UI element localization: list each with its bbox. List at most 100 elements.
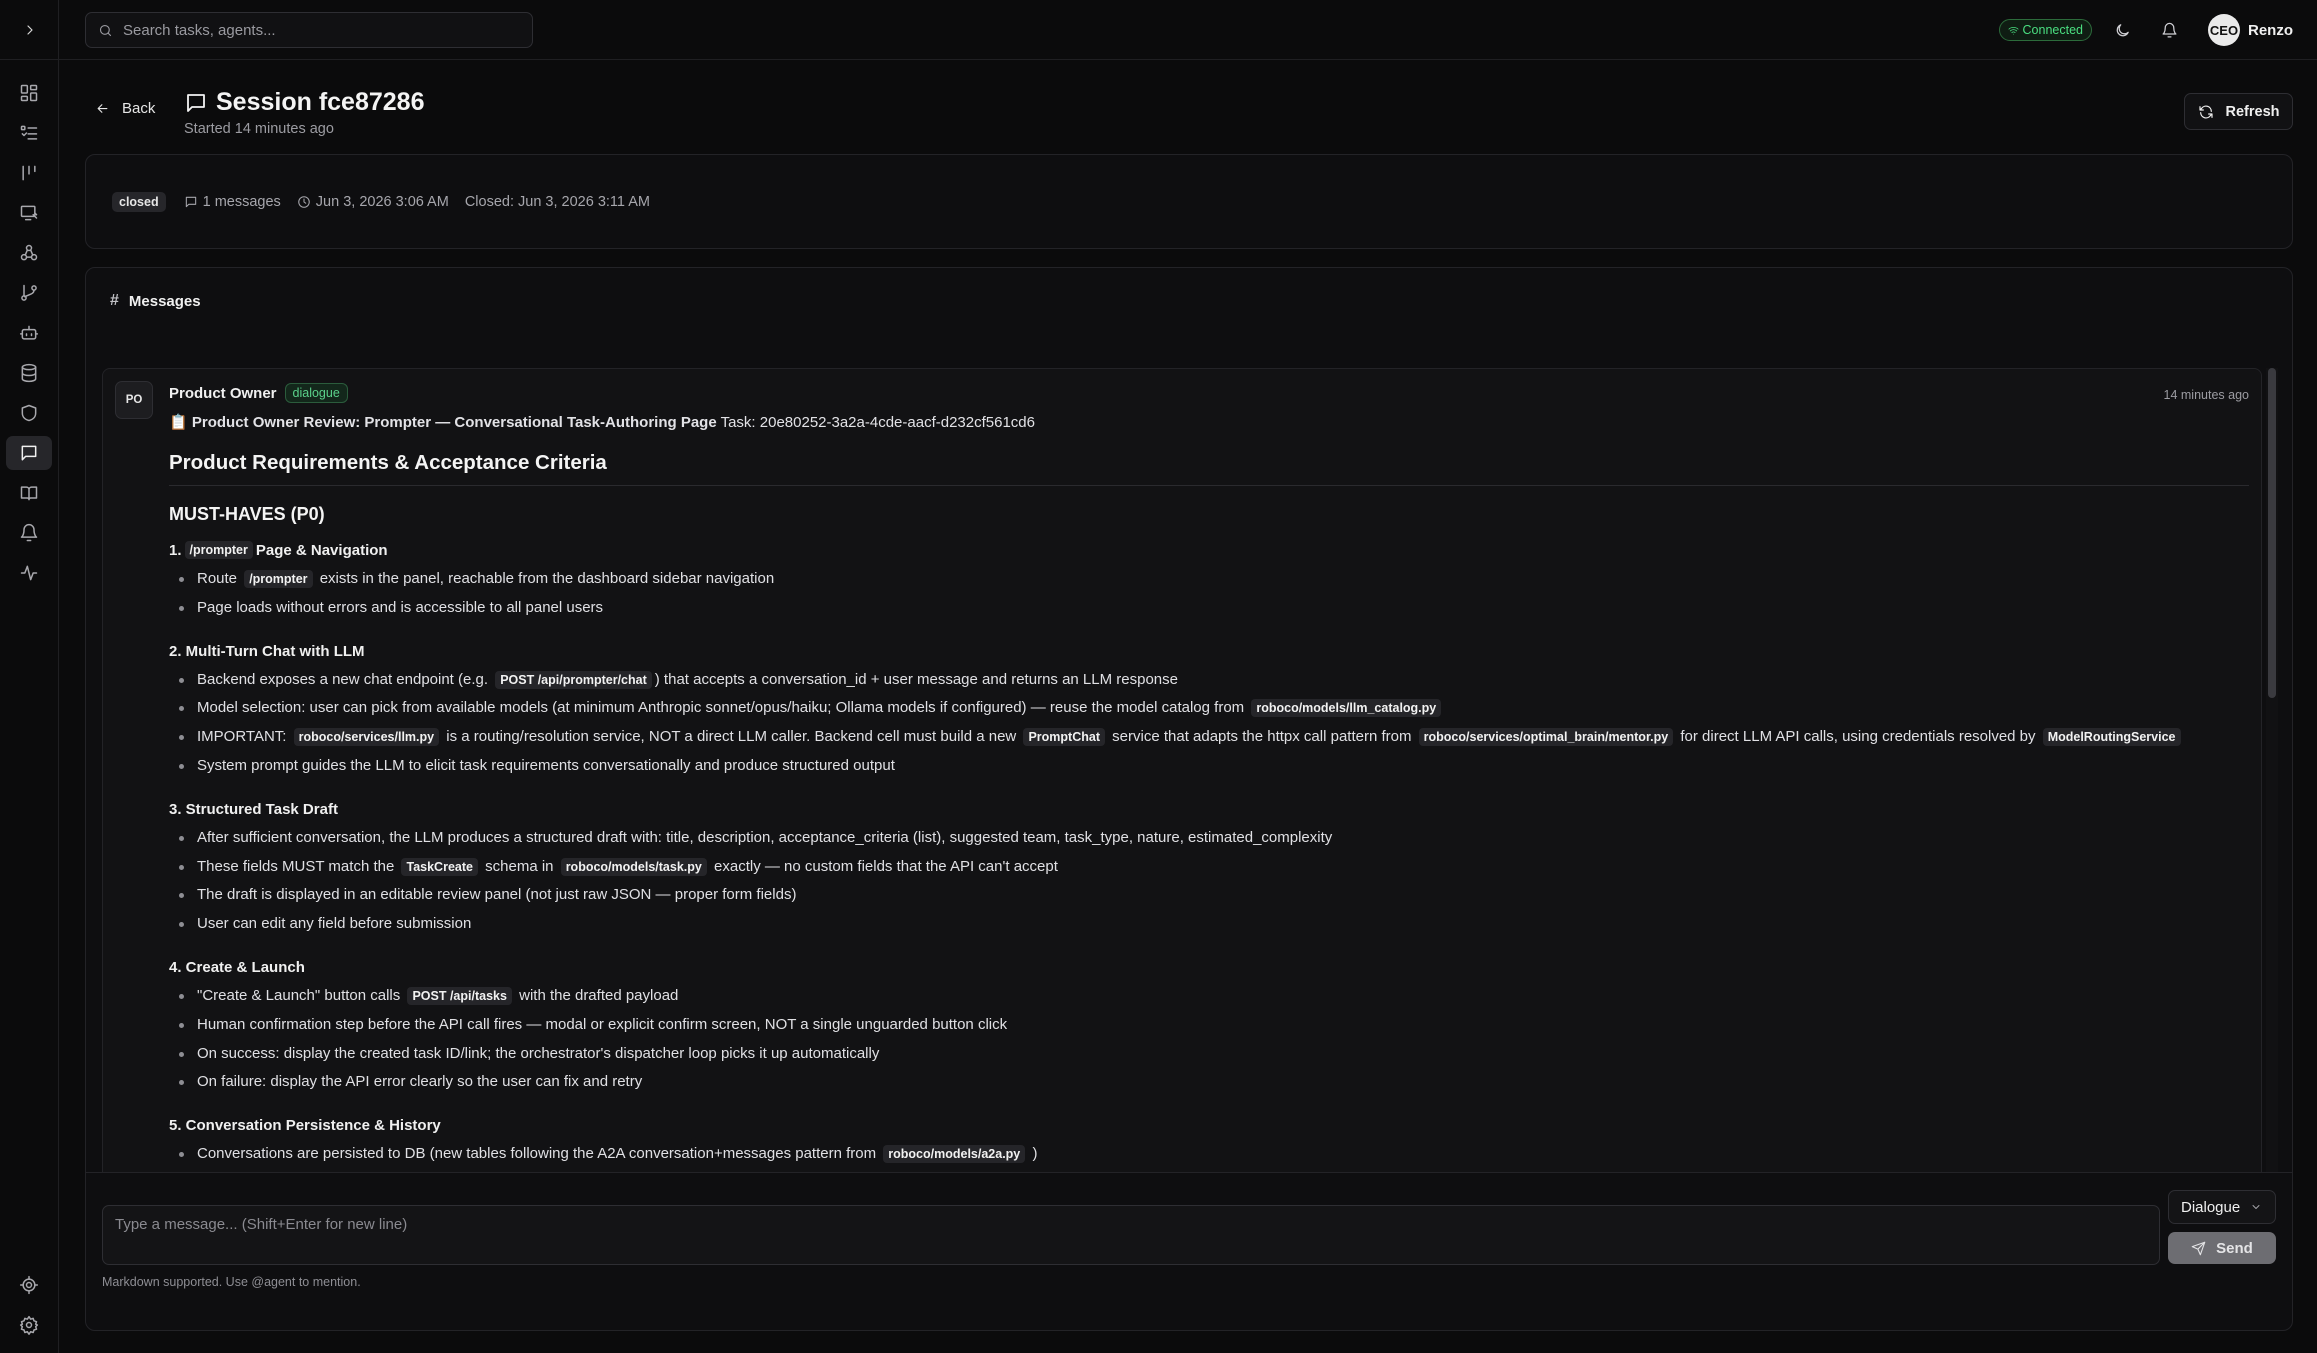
chevron-down-icon xyxy=(2240,1201,2262,1213)
session-meta-card: closed 1 messages Jun 3, 2026 3:06 AM Cl… xyxy=(85,154,2293,249)
inline-code: /prompter xyxy=(184,541,253,559)
section-5-list: Conversations are persisted to DB (new t… xyxy=(169,1144,2249,1172)
sidebar-toggle-button[interactable] xyxy=(0,0,59,60)
sidebar-item-dashboard[interactable] xyxy=(6,76,52,110)
database-icon xyxy=(19,363,39,383)
sidebar-item-sessions[interactable] xyxy=(6,436,52,470)
user-name[interactable]: Renzo xyxy=(2248,22,2293,39)
message-card: PO Product Owner dialogue 14 minutes ago… xyxy=(102,368,2262,1172)
sidebar xyxy=(0,0,59,1353)
section-heading-1: 1. /prompter Page & Navigation xyxy=(169,541,2249,559)
clock-icon xyxy=(297,195,316,209)
section-heading-3: 3. Structured Task Draft xyxy=(169,800,338,818)
sidebar-item-board[interactable] xyxy=(6,156,52,190)
back-label: Back xyxy=(122,100,156,117)
kanban-icon xyxy=(19,163,39,183)
review-task-id: Task: 20e80252-3a2a-4cde-aacf-d232cf561c… xyxy=(716,414,1035,431)
list-item: Model selection: user can pick from avai… xyxy=(169,698,2249,727)
list-item: Page loads without errors and is accessi… xyxy=(169,598,2249,627)
chevron-right-icon xyxy=(22,22,38,38)
message-square-icon xyxy=(184,195,203,209)
book-open-icon xyxy=(19,483,39,503)
composer-hint: Markdown supported. Use @agent to mentio… xyxy=(102,1275,361,1289)
sender-name: Product Owner xyxy=(169,384,277,402)
notifications-bell-icon[interactable] xyxy=(2161,22,2178,39)
review-line: 📋 Product Owner Review: Prompter — Conve… xyxy=(169,413,2249,433)
messages-scroll-area[interactable]: PO Product Owner dialogue 14 minutes ago… xyxy=(102,368,2278,1172)
page-header: Session fce87286 Started 14 minutes ago xyxy=(184,88,424,137)
closed-at: Closed: Jun 3, 2026 3:11 AM xyxy=(464,193,650,210)
search-input[interactable]: Search tasks, agents... xyxy=(85,12,533,48)
monitor-user-icon xyxy=(19,203,39,223)
message-type-badge: dialogue xyxy=(284,383,348,403)
cog-icon xyxy=(19,1275,39,1295)
list-item: These fields MUST match the TaskCreate s… xyxy=(169,857,2249,886)
messages-panel-title: Messages xyxy=(128,292,201,310)
section-2-list: Backend exposes a new chat endpoint (e.g… xyxy=(169,670,2249,785)
connection-status-label: Connected xyxy=(2022,23,2083,37)
message-square-icon xyxy=(184,91,216,115)
list-item: IMPORTANT: roboco/services/llm.py is a r… xyxy=(169,727,2249,756)
list-item: The draft is displayed in an editable re… xyxy=(169,885,2249,914)
list-item: After sufficient conversation, the LLM p… xyxy=(169,828,2249,857)
section-heading-2: 2. Multi-Turn Chat with LLM xyxy=(169,642,365,660)
refresh-icon xyxy=(2198,104,2226,120)
message-mode-select[interactable]: Dialogue xyxy=(2168,1190,2276,1224)
review-title: Product Owner Review: Prompter — Convers… xyxy=(191,414,717,431)
section-heading-5: 5. Conversation Persistence & History xyxy=(169,1117,441,1135)
sidebar-bottom xyxy=(0,1268,59,1348)
messages-count-text: 1 messages xyxy=(202,193,281,210)
gear-icon xyxy=(19,1315,39,1335)
page-title: Session fce87286 xyxy=(184,88,424,117)
task-list-icon xyxy=(19,123,39,143)
section-heading-4: 4. Create & Launch xyxy=(169,958,305,976)
started-at-text: Jun 3, 2026 3:06 AM xyxy=(315,193,449,210)
list-item: "Create & Launch" button calls POST /api… xyxy=(169,986,2249,1015)
user-avatar[interactable]: CEO xyxy=(2208,14,2240,46)
messages-count: 1 messages xyxy=(184,194,281,210)
list-item: User can edit any field before submissio… xyxy=(169,914,2249,943)
started-at: Jun 3, 2026 3:06 AM xyxy=(297,194,449,210)
bell-icon xyxy=(19,523,39,543)
message-body: 📋 Product Owner Review: Prompter — Conve… xyxy=(169,413,2249,1172)
sidebar-item-tasks[interactable] xyxy=(6,116,52,150)
requirements-heading: Product Requirements & Acceptance Criter… xyxy=(169,451,2249,486)
send-icon xyxy=(2191,1241,2216,1256)
message-timestamp: 14 minutes ago xyxy=(2163,388,2249,402)
sidebar-nav xyxy=(0,76,59,596)
section-4-list: "Create & Launch" button calls POST /api… xyxy=(169,986,2249,1101)
sidebar-item-bots[interactable] xyxy=(6,316,52,350)
must-haves-heading: MUST-HAVES (P0) xyxy=(169,504,325,524)
sidebar-item-settings[interactable] xyxy=(6,1308,52,1342)
connection-status-badge: Connected xyxy=(1998,19,2092,41)
sidebar-item-branches[interactable] xyxy=(6,276,52,310)
sidebar-item-security[interactable] xyxy=(6,396,52,430)
refresh-label: Refresh xyxy=(2225,103,2280,120)
section-1-list: Route /prompter exists in the panel, rea… xyxy=(169,569,2249,627)
sidebar-item-agents[interactable] xyxy=(6,196,52,230)
messages-panel-header: # Messages xyxy=(110,292,201,310)
list-item: System prompt guides the LLM to elicit t… xyxy=(169,756,2249,785)
theme-toggle-icon[interactable] xyxy=(2114,22,2131,39)
messages-scrollbar[interactable] xyxy=(2266,368,2278,1172)
sidebar-item-integrations[interactable] xyxy=(6,1268,52,1302)
hash-icon: # xyxy=(110,292,119,309)
sidebar-item-database[interactable] xyxy=(6,356,52,390)
refresh-button[interactable]: Refresh xyxy=(2184,93,2293,130)
send-button[interactable]: Send xyxy=(2168,1232,2276,1264)
sidebar-item-docs[interactable] xyxy=(6,476,52,510)
sidebar-item-notifications[interactable] xyxy=(6,516,52,550)
back-button[interactable]: Back xyxy=(95,100,155,117)
section-3-list: After sufficient conversation, the LLM p… xyxy=(169,828,2249,943)
scrollbar-thumb[interactable] xyxy=(2268,368,2276,698)
arrow-left-icon xyxy=(95,101,122,116)
sidebar-item-activity[interactable] xyxy=(6,556,52,590)
activity-icon xyxy=(19,563,39,583)
sidebar-item-teams[interactable] xyxy=(6,236,52,270)
section-number: 1. xyxy=(169,541,182,559)
bot-icon xyxy=(19,323,39,343)
message-square-icon xyxy=(19,443,39,463)
list-item: Conversations are persisted to DB (new t… xyxy=(169,1144,2249,1172)
message-input[interactable]: Type a message... (Shift+Enter for new l… xyxy=(102,1205,2160,1265)
search-placeholder: Search tasks, agents... xyxy=(123,21,276,39)
